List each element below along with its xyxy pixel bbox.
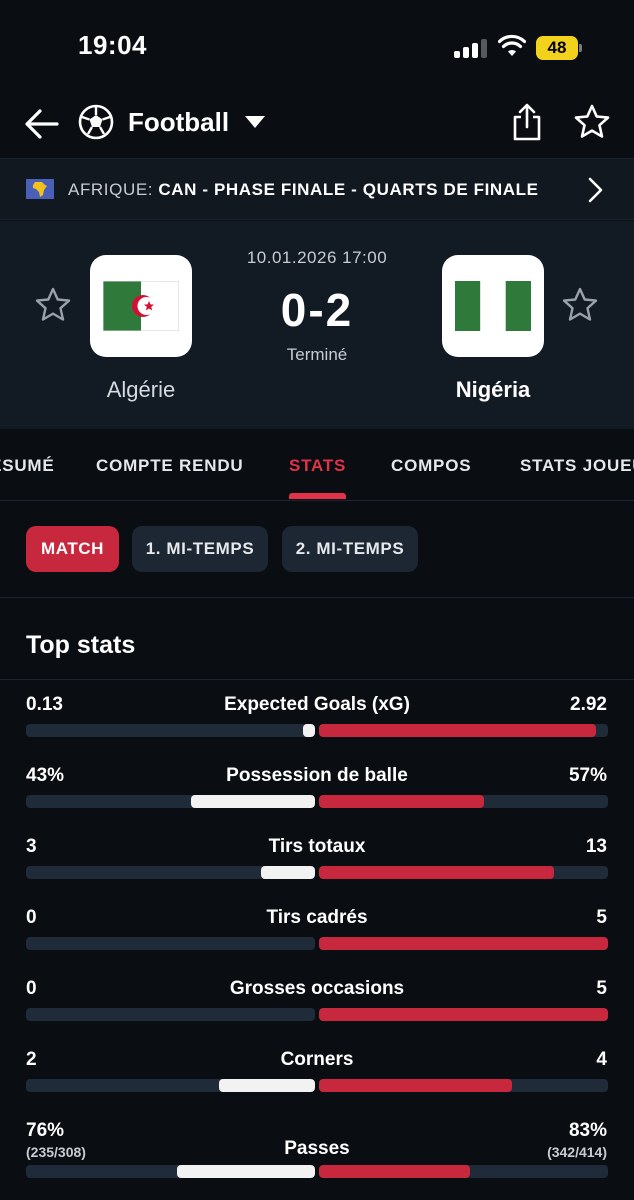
tab-compos[interactable]: COMPOS bbox=[391, 456, 471, 476]
competition-region: AFRIQUE: bbox=[68, 180, 154, 199]
away-team-logo[interactable] bbox=[442, 255, 544, 357]
battery-icon: 48 bbox=[536, 36, 582, 60]
stat-label: Possession de balle bbox=[226, 765, 408, 786]
away-bar bbox=[319, 724, 596, 737]
stat-away-value: 83% bbox=[568, 1120, 607, 1141]
stat-home-value: 3 bbox=[26, 836, 37, 857]
home-bar bbox=[190, 795, 315, 808]
stat-away-value: 57% bbox=[568, 765, 607, 786]
stat-home-detail: (235/308) bbox=[26, 1144, 86, 1160]
away-bar-track bbox=[319, 1165, 608, 1178]
stat-label: Corners bbox=[280, 1049, 354, 1070]
tab-compte-rendu[interactable]: COMPTE RENDU bbox=[96, 456, 244, 476]
status-time: 19:04 bbox=[78, 30, 147, 60]
stat-away-value: 5 bbox=[596, 978, 607, 999]
period-first-half-button[interactable]: 1. MI-TEMPS bbox=[132, 526, 268, 572]
match-tabs: RÉSUMÉ COMPTE RENDU STATS COMPOS STATS J… bbox=[0, 429, 634, 501]
stat-home-value: 0 bbox=[26, 907, 37, 928]
stat-label: Tirs totaux bbox=[268, 836, 366, 857]
tab-stats[interactable]: STATS bbox=[289, 456, 346, 476]
away-bar bbox=[319, 1079, 512, 1092]
chevron-right-icon[interactable] bbox=[586, 176, 606, 204]
home-bar-track bbox=[26, 724, 315, 737]
stat-row: 0.13 Expected Goals (xG) 2.92 bbox=[0, 694, 634, 764]
stat-row: 76% (235/308) Passes 83% (342/414) bbox=[0, 1120, 634, 1190]
caret-down-icon[interactable] bbox=[244, 114, 266, 130]
match-header: Algérie 10.01.2026 17:00 0-2 Terminé Nig… bbox=[0, 221, 634, 429]
stat-home-value: 76% bbox=[26, 1120, 65, 1141]
nigeria-flag-icon bbox=[455, 281, 531, 331]
competition-name: CAN - PHASE FINALE - QUARTS DE FINALE bbox=[158, 180, 539, 199]
share-icon[interactable] bbox=[510, 102, 544, 142]
africa-flag-icon bbox=[26, 179, 54, 199]
stat-home-value: 2 bbox=[26, 1049, 37, 1070]
divider bbox=[0, 679, 634, 680]
battery-level: 48 bbox=[536, 36, 578, 60]
stat-label: Grosses occasions bbox=[229, 978, 405, 999]
home-team-name[interactable]: Algérie bbox=[61, 377, 221, 403]
stat-away-value: 5 bbox=[596, 907, 607, 928]
away-bar bbox=[319, 795, 484, 808]
stat-away-value: 2.92 bbox=[570, 694, 607, 715]
stat-away-value: 13 bbox=[585, 836, 607, 857]
home-team-star-icon[interactable] bbox=[35, 287, 71, 323]
match-score: 0-2 bbox=[280, 284, 354, 336]
stat-home-value: 43% bbox=[26, 765, 65, 786]
home-team-logo[interactable] bbox=[90, 255, 192, 357]
home-bar bbox=[218, 1079, 315, 1092]
status-bar: 19:04 48 bbox=[0, 0, 634, 96]
home-bar-track bbox=[26, 1165, 315, 1178]
stat-home-value: 0 bbox=[26, 978, 37, 999]
football-icon bbox=[78, 104, 114, 140]
stat-row: 0 Grosses occasions 5 bbox=[0, 978, 634, 1048]
away-bar-track bbox=[319, 795, 608, 808]
stat-row: 43% Possession de balle 57% bbox=[0, 765, 634, 835]
stat-away-value: 4 bbox=[596, 1049, 607, 1070]
cellular-signal-icon bbox=[454, 38, 488, 58]
stat-row: 3 Tirs totaux 13 bbox=[0, 836, 634, 906]
stat-row: 0 Tirs cadrés 5 bbox=[0, 907, 634, 977]
period-match-button[interactable]: MATCH bbox=[26, 526, 119, 572]
favorite-star-icon[interactable] bbox=[574, 104, 610, 140]
back-arrow-icon[interactable] bbox=[24, 106, 60, 142]
home-bar-track bbox=[26, 937, 315, 950]
wifi-icon bbox=[498, 34, 526, 56]
algeria-flag-icon bbox=[103, 281, 179, 331]
home-bar bbox=[176, 1165, 315, 1178]
away-bar bbox=[319, 1165, 470, 1178]
home-bar-track bbox=[26, 795, 315, 808]
away-team-star-icon[interactable] bbox=[562, 287, 598, 323]
away-team-name[interactable]: Nigéria bbox=[413, 377, 573, 403]
stat-row: 2 Corners 4 bbox=[0, 1049, 634, 1119]
home-bar-track bbox=[26, 866, 315, 879]
stat-label: Tirs cadrés bbox=[266, 907, 368, 928]
match-status: Terminé bbox=[286, 345, 348, 364]
away-bar-track bbox=[319, 724, 608, 737]
away-bar-track bbox=[319, 937, 608, 950]
competition-bar[interactable]: AFRIQUE: CAN - PHASE FINALE - QUARTS DE … bbox=[0, 158, 634, 220]
away-bar-track bbox=[319, 1079, 608, 1092]
home-bar bbox=[260, 866, 315, 879]
tab-resume[interactable]: RÉSUMÉ bbox=[0, 456, 55, 476]
period-selector: MATCH 1. MI-TEMPS 2. MI-TEMPS bbox=[0, 501, 634, 598]
away-bar-track bbox=[319, 866, 608, 879]
sport-selector[interactable]: Football bbox=[128, 107, 229, 138]
away-bar bbox=[319, 1008, 608, 1021]
away-bar bbox=[319, 866, 554, 879]
match-date: 10.01.2026 17:00 bbox=[246, 248, 388, 267]
away-bar bbox=[319, 937, 608, 950]
app-header: Football bbox=[0, 96, 634, 158]
tab-stats-joueurs[interactable]: STATS JOUEURS bbox=[520, 456, 634, 476]
stat-home-value: 0.13 bbox=[26, 694, 63, 715]
stat-away-detail: (342/414) bbox=[547, 1144, 607, 1160]
period-second-half-button[interactable]: 2. MI-TEMPS bbox=[282, 526, 418, 572]
stat-label: Passes bbox=[284, 1138, 350, 1159]
home-bar-track bbox=[26, 1008, 315, 1021]
stat-label: Expected Goals (xG) bbox=[224, 694, 410, 715]
active-tab-indicator bbox=[289, 493, 346, 499]
home-bar-track bbox=[26, 1079, 315, 1092]
home-bar bbox=[302, 724, 315, 737]
section-title: Top stats bbox=[26, 631, 136, 659]
away-bar-track bbox=[319, 1008, 608, 1021]
